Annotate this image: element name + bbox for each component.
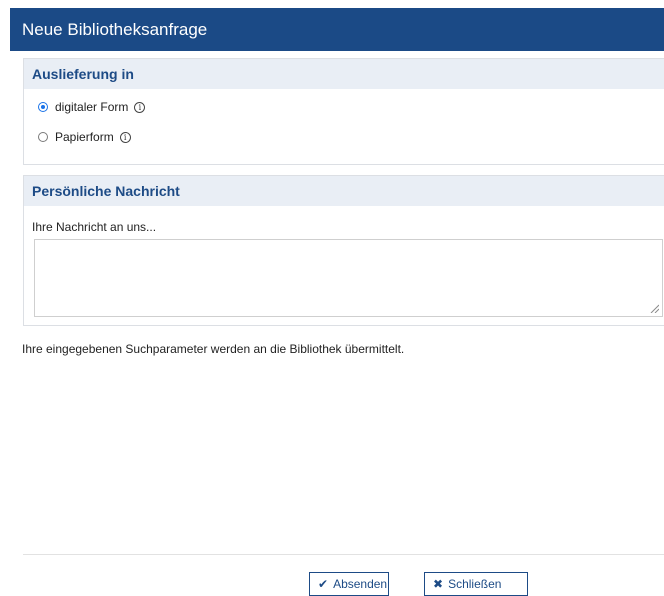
info-note: Ihre eingegebenen Suchparameter werden a… <box>22 342 405 356</box>
delivery-panel-header: Auslieferung in <box>24 59 664 89</box>
info-circle-icon[interactable]: i <box>134 101 146 113</box>
message-field-label: Ihre Nachricht an uns... <box>32 220 157 234</box>
radio-paper[interactable] <box>38 132 48 142</box>
footer-divider <box>23 554 664 555</box>
delivery-option-paper-label[interactable]: Papierform <box>55 130 114 144</box>
message-panel: Persönliche Nachricht Ihre Nachricht an … <box>23 175 664 326</box>
resize-grip-icon[interactable] <box>649 303 659 313</box>
close-button[interactable]: ✖ Schließen <box>424 572 528 596</box>
dialog-title: Neue Bibliotheksanfrage <box>22 19 208 39</box>
delivery-option-paper[interactable]: Papierform i <box>38 130 131 144</box>
delivery-option-digital[interactable]: digitaler Form i <box>38 100 146 114</box>
dialog-titlebar: Neue Bibliotheksanfrage <box>10 8 664 51</box>
delivery-option-digital-label[interactable]: digitaler Form <box>55 100 128 114</box>
info-circle-icon[interactable]: i <box>119 131 131 143</box>
library-request-dialog: Neue Bibliotheksanfrage Auslieferung in … <box>10 0 664 596</box>
message-textarea[interactable] <box>34 239 663 317</box>
close-button-label: Schließen <box>448 577 502 591</box>
x-icon: ✖ <box>433 577 444 591</box>
send-button-label: Absenden <box>333 577 388 591</box>
delivery-panel: Auslieferung in digitaler Form i Papierf… <box>23 58 664 165</box>
delivery-header-label: Auslieferung in <box>32 66 134 82</box>
radio-digital[interactable] <box>38 102 48 112</box>
check-icon: ✔ <box>318 577 329 591</box>
message-panel-header: Persönliche Nachricht <box>24 176 664 206</box>
message-header-label: Persönliche Nachricht <box>32 183 180 199</box>
page-margin <box>0 0 10 593</box>
send-button[interactable]: ✔ Absenden <box>309 572 389 596</box>
